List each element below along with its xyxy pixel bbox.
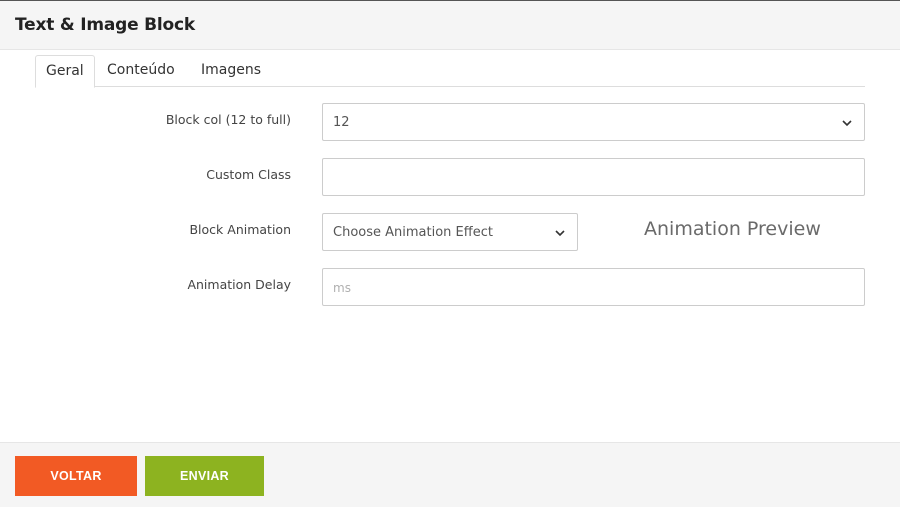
animation-delay-row: Animation Delay ms: [0, 268, 900, 306]
block-col-label: Block col (12 to full): [165, 112, 291, 127]
back-button[interactable]: VOLTAR: [15, 456, 137, 496]
custom-class-row: Custom Class: [0, 158, 900, 196]
chevron-down-icon: [555, 230, 565, 237]
tab-conteudo[interactable]: Conteúdo: [97, 55, 185, 87]
block-animation-select[interactable]: Choose Animation Effect: [322, 213, 578, 251]
animation-delay-placeholder: ms: [333, 281, 351, 295]
modal-footer: VOLTAR ENVIAR: [0, 442, 900, 507]
modal-header: Text & Image Block: [0, 1, 900, 50]
tab-bar: Geral Conteúdo Imagens: [35, 55, 865, 88]
custom-class-input[interactable]: [322, 158, 865, 196]
submit-button[interactable]: ENVIAR: [145, 456, 264, 496]
block-animation-label: Block Animation: [189, 222, 291, 237]
animation-delay-label: Animation Delay: [187, 277, 291, 292]
chevron-down-icon: [842, 120, 852, 127]
block-animation-value: Choose Animation Effect: [333, 225, 493, 240]
custom-class-label: Custom Class: [206, 167, 291, 182]
animation-preview: Animation Preview: [644, 218, 821, 240]
block-col-value: 12: [333, 115, 350, 130]
tab-geral[interactable]: Geral: [35, 55, 95, 88]
modal-title: Text & Image Block: [15, 15, 195, 35]
block-col-row: Block col (12 to full) 12: [0, 103, 900, 141]
tab-imagens[interactable]: Imagens: [191, 55, 271, 87]
block-col-select[interactable]: 12: [322, 103, 865, 141]
animation-delay-input[interactable]: ms: [322, 268, 865, 306]
